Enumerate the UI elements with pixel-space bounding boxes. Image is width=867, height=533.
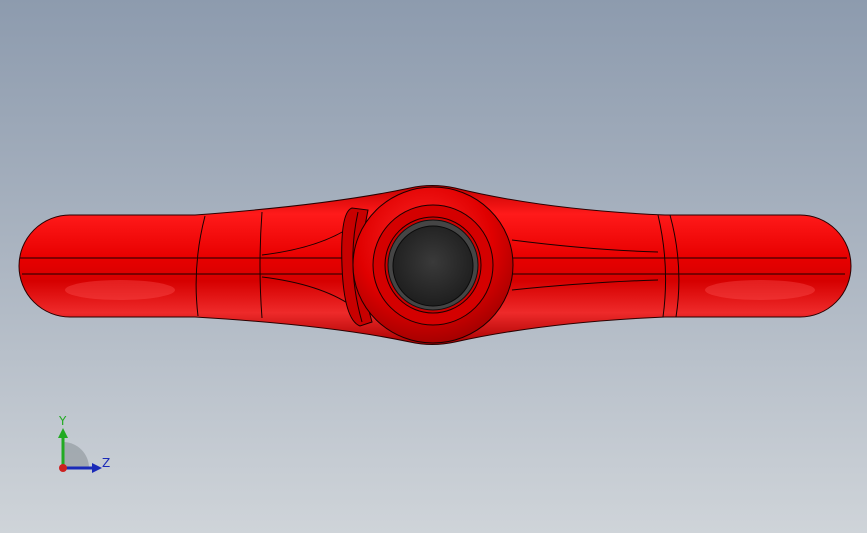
handle-model[interactable] [0,0,867,533]
drive-hole [392,225,474,307]
left-end-highlight [65,280,175,300]
axis-y-label: Y [59,414,67,428]
axis-z-label: Z [102,456,111,470]
reference-triad: Y Z [50,410,120,480]
right-end-highlight [705,280,815,300]
graphics-viewport[interactable]: Y Z [0,0,867,533]
